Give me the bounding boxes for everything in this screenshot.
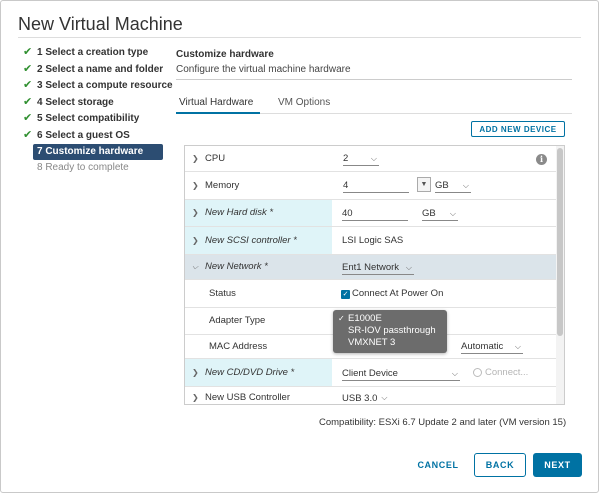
info-icon[interactable]: i	[536, 154, 547, 165]
chevron-right-icon[interactable]: ❯	[192, 394, 199, 402]
hard-disk-size-input[interactable]: 40	[342, 207, 408, 221]
step-4[interactable]: ✔ 4 Select storage	[19, 95, 165, 112]
chevron-right-icon[interactable]: ❯	[192, 181, 199, 190]
panel-subtitle: Configure the virtual machine hardware	[176, 64, 351, 75]
chevron-down-icon: ⌵	[405, 263, 412, 272]
step-8: 8 Ready to complete	[37, 162, 129, 173]
check-icon: ✔	[23, 62, 33, 75]
hw-row-hard-disk: ❯ New Hard disk * 40 GB ⌵	[185, 200, 556, 227]
panel-divider	[176, 79, 572, 80]
hw-row-scsi: ❯ New SCSI controller * LSI Logic SAS	[185, 227, 556, 255]
hard-disk-unit-select[interactable]: GB ⌵	[422, 207, 458, 221]
check-icon: ✓	[338, 314, 345, 323]
cancel-button[interactable]: CANCEL	[411, 453, 465, 477]
chevron-right-icon[interactable]: ❯	[192, 209, 199, 217]
step-6[interactable]: ✔ 6 Select a guest OS	[19, 128, 165, 145]
cd-dvd-select[interactable]: Client Device ⌵	[342, 367, 460, 381]
back-button[interactable]: BACK	[474, 453, 526, 477]
hw-row-label[interactable]: ❯ New Hard disk *	[185, 200, 332, 226]
memory-unit-select[interactable]: GB ⌵	[435, 179, 471, 193]
status-value: Connect At Power On	[352, 288, 444, 299]
usb-value[interactable]: USB 3.0 ⌵	[332, 387, 556, 404]
hw-row-cpu: ❯ CPU 2 ⌵ i	[185, 146, 556, 172]
dialog-title: New Virtual Machine	[18, 14, 183, 34]
hardware-table: ❯ CPU 2 ⌵ i ❯ Memory 4 ▼ GB ⌵ ❯ New Hard disk…	[184, 145, 565, 405]
add-new-device-button[interactable]: ADD NEW DEVICE	[471, 121, 565, 137]
hw-row-status: Status ✓ Connect At Power On	[185, 280, 556, 308]
tab-vm-options[interactable]: VM Options	[278, 97, 330, 108]
step-3[interactable]: ✔ 3 Select a compute resource	[19, 78, 173, 95]
tab-virtual-hardware[interactable]: Virtual Hardware	[179, 97, 253, 108]
chevron-down-icon: ⌵	[370, 154, 377, 163]
chevron-right-icon[interactable]: ❯	[192, 368, 199, 377]
compatibility-text: Compatibility: ESXi 6.7 Update 2 and lat…	[319, 417, 567, 428]
adapter-type-dropdown: ✓ E1000E SR-IOV passthrough VMXNET 3	[333, 310, 447, 353]
hw-row-label[interactable]: ❯ CPU	[185, 146, 332, 171]
hw-row-usb: ❯ New USB Controller USB 3.0 ⌵	[185, 387, 556, 404]
title-divider	[18, 37, 581, 38]
hardware-scrollbar-thumb[interactable]	[557, 148, 563, 336]
chevron-down-icon[interactable]: ⌵	[192, 263, 198, 271]
hw-row-cd-dvd: ❯ New CD/DVD Drive * Client Device ⌵ Conne…	[185, 359, 556, 387]
cpu-select[interactable]: 2 ⌵	[343, 152, 379, 166]
connect-label: Connect...	[485, 367, 529, 378]
mac-address-select[interactable]: Automatic ⌵	[461, 340, 523, 354]
chevron-down-icon: ⌵	[514, 342, 521, 351]
check-icon: ✔	[23, 46, 33, 58]
adapter-option-e1000e[interactable]: ✓ E1000E	[338, 313, 447, 325]
wizard-steps: ✔ 1 Select a creation type ✔ 2 Select a na…	[19, 45, 173, 177]
hw-row-label: MAC Address	[185, 335, 332, 358]
memory-spin-button[interactable]: ▼	[417, 177, 431, 192]
hw-row-label[interactable]: ⌵ New Network *	[185, 255, 332, 279]
step-1[interactable]: ✔ 1 Select a creation type	[19, 45, 165, 62]
hw-row-label[interactable]: ❯ New USB Controller	[185, 387, 332, 404]
hw-row-label[interactable]: ❯ New SCSI controller *	[185, 227, 332, 254]
check-icon: ✔	[23, 128, 33, 141]
check-icon: ✔	[23, 112, 33, 124]
adapter-option-sriov[interactable]: SR-IOV passthrough	[338, 325, 447, 337]
chevron-down-icon: ⌵	[449, 209, 456, 218]
next-button[interactable]: NEXT	[533, 453, 582, 477]
adapter-option-vmxnet3[interactable]: VMXNET 3	[338, 337, 447, 349]
panel-title: Customize hardware	[176, 49, 274, 60]
connect-checkbox-disabled	[473, 368, 482, 377]
step-5[interactable]: ✔ 5 Select compatibility	[19, 111, 165, 128]
new-vm-dialog: New Virtual Machine ✔ 1 Select a creation…	[0, 0, 599, 493]
hw-row-label: Adapter Type	[185, 308, 332, 334]
hw-row-label: Status	[185, 280, 332, 307]
chevron-right-icon[interactable]: ❯	[192, 236, 199, 245]
hw-row-label[interactable]: ❯ New CD/DVD Drive *	[185, 359, 332, 386]
chevron-down-icon: ⌵	[462, 181, 469, 190]
check-icon: ✔	[23, 95, 33, 108]
hw-row-memory: ❯ Memory 4 ▼ GB ⌵	[185, 172, 556, 200]
hw-row-network: ⌵ New Network * Ent1 Network ⌵	[185, 255, 556, 280]
scsi-value: LSI Logic SAS	[342, 235, 404, 246]
step-2[interactable]: ✔ 2 Select a name and folder	[19, 62, 165, 79]
chevron-right-icon[interactable]: ❯	[192, 154, 199, 163]
chevron-down-icon: ⌵	[381, 393, 388, 402]
hw-row-label[interactable]: ❯ Memory	[185, 172, 332, 199]
step-7-active[interactable]: 7 Customize hardware	[33, 144, 163, 160]
active-tab-indicator	[176, 112, 260, 114]
chevron-down-icon: ⌵	[451, 369, 458, 378]
check-icon: ✔	[23, 79, 33, 91]
network-select[interactable]: Ent1 Network ⌵	[342, 261, 414, 275]
memory-input[interactable]: 4	[343, 179, 409, 193]
